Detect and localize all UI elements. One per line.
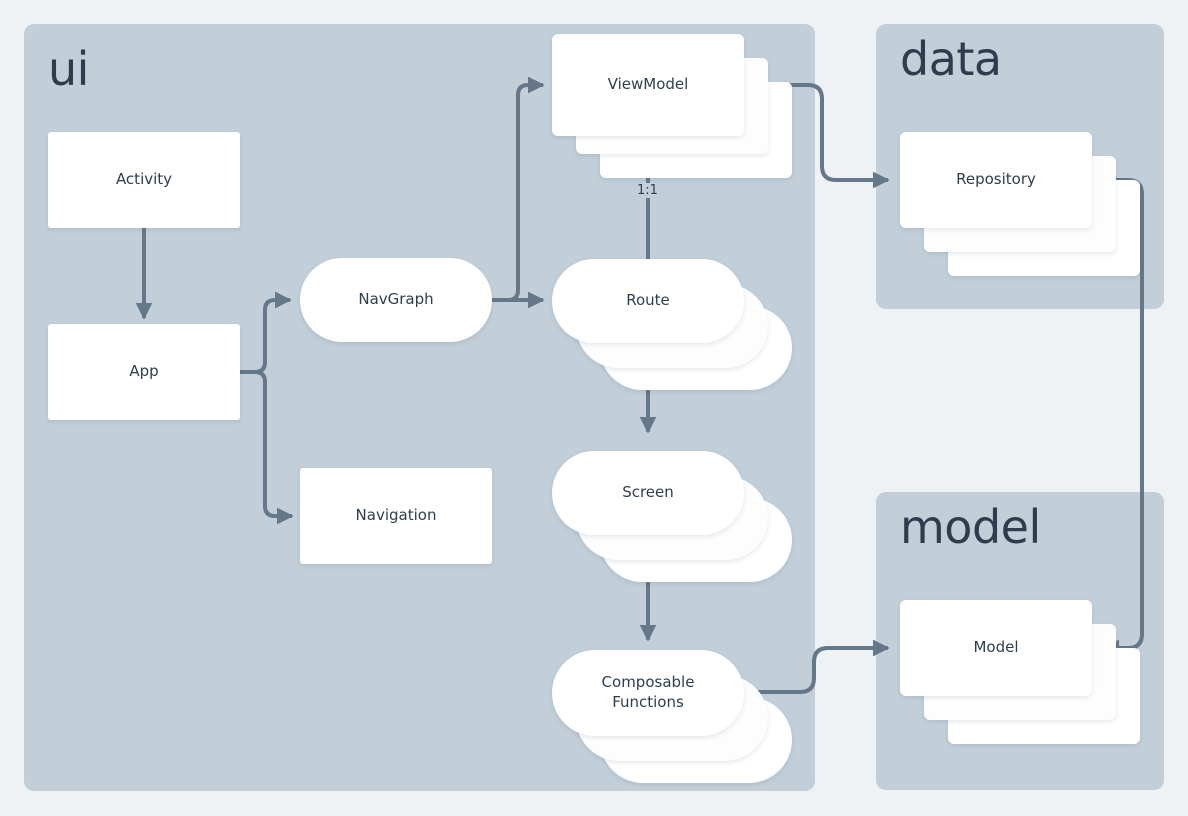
edge-label-route-viewmodel: 1:1 (633, 183, 662, 198)
node-repository[interactable]: Repository (900, 132, 1092, 228)
node-navgraph[interactable]: NavGraph (300, 258, 492, 342)
node-navigation[interactable]: Navigation (300, 468, 492, 564)
node-route-label: Route (626, 291, 670, 310)
node-navgraph-label: NavGraph (358, 290, 434, 309)
node-screen[interactable]: Screen (552, 451, 744, 535)
node-activity[interactable]: Activity (48, 132, 240, 228)
node-app[interactable]: App (48, 324, 240, 420)
node-screen-label: Screen (622, 483, 674, 502)
node-viewmodel-label: ViewModel (607, 75, 689, 94)
node-composable-label-line2: Functions (612, 693, 684, 711)
architecture-diagram: ui data model Activity App NavGraph Navi… (0, 0, 1188, 816)
node-repository-label: Repository (956, 170, 1036, 189)
node-composable-functions[interactable]: Composable Functions (552, 650, 744, 736)
node-model-label: Model (973, 638, 1019, 657)
node-viewmodel[interactable]: ViewModel (552, 34, 744, 136)
node-activity-label: Activity (115, 170, 173, 189)
group-ui-title: ui (48, 42, 89, 96)
group-model-title: model (900, 500, 1041, 554)
group-data-title: data (900, 32, 1002, 86)
node-navigation-label: Navigation (355, 506, 437, 525)
node-composable-label-line1: Composable (601, 673, 695, 692)
node-model[interactable]: Model (900, 600, 1092, 696)
node-route[interactable]: Route (552, 259, 744, 343)
node-app-label: App (129, 362, 159, 381)
